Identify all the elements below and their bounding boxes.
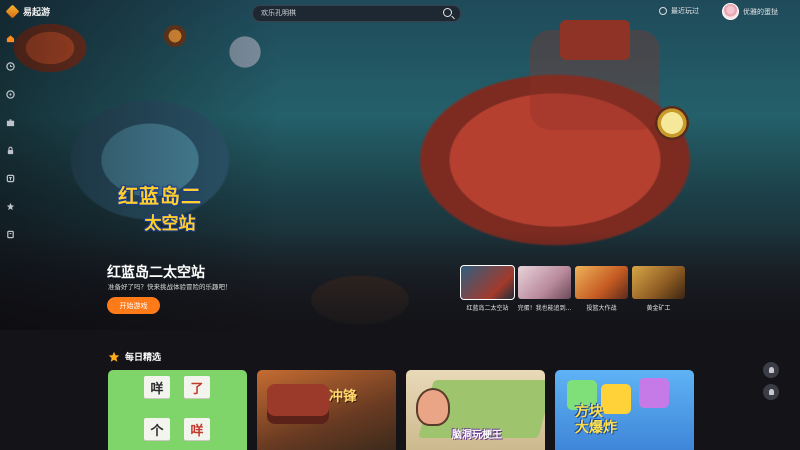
customer-service-button[interactable] [763, 362, 779, 378]
card-tile: 咩 [184, 418, 210, 440]
puzzle-icon[interactable] [6, 118, 15, 127]
logo-text: 易起游 [23, 8, 51, 18]
bell-icon [768, 389, 774, 395]
card-character-art [416, 388, 450, 426]
hero-thumbnail[interactable]: 黄金矿工 [632, 266, 685, 312]
hero-thumbnail[interactable]: 完蛋！我也能追到... [518, 266, 571, 312]
hero-description: 准备好了吗？快来挑战体验冒险的乐趣吧！ [108, 283, 232, 291]
headset-icon [768, 367, 774, 373]
user-profile[interactable]: 优雅的蛋挞 [722, 3, 778, 20]
star-icon [108, 351, 120, 362]
star-icon[interactable] [6, 202, 15, 211]
card-title: 脑洞玩梗王 [452, 430, 502, 441]
thumbnail-image [460, 265, 515, 300]
thumbnail-image [632, 266, 685, 299]
recent-played-label: 最近玩过 [671, 7, 699, 15]
card-truck-art [267, 384, 329, 424]
lock-icon[interactable] [6, 146, 15, 155]
recent-played-button[interactable]: 最近玩过 [659, 6, 699, 16]
thumbnail-label: 黄金矿工 [646, 305, 671, 312]
search-input[interactable]: 欢乐孔明棋 [261, 8, 296, 18]
app-logo[interactable]: 易起游 [5, 4, 51, 19]
card-title-line2: 大爆炸 [575, 420, 617, 436]
sidebar [0, 24, 22, 450]
thumbnail-image [518, 266, 571, 299]
avatar[interactable] [722, 3, 739, 20]
card-tile: 个 [144, 418, 170, 440]
hero-banner[interactable]: 红蓝岛二 太空站 红蓝岛二太空站 准备好了吗？快来挑战体验冒险的乐趣吧！ 开始游… [0, 0, 800, 330]
hero-title: 红蓝岛二太空站 [107, 265, 205, 281]
gamepad-icon[interactable] [6, 90, 15, 99]
notification-button[interactable] [763, 384, 779, 400]
card-title: 方块 大爆炸 [575, 404, 617, 436]
card-tile: 了 [184, 376, 210, 398]
game-card[interactable]: 冲锋 [257, 370, 396, 450]
game-card[interactable]: 方块 大爆炸 [555, 370, 694, 450]
thumbnail-label: 红蓝岛二太空站 [466, 305, 509, 312]
clock-icon[interactable] [6, 62, 15, 71]
daily-picks-header: 每日精选 [108, 350, 161, 363]
thumbnail-label: 完蛋！我也能追到... [517, 305, 572, 312]
search-icon[interactable] [443, 8, 452, 17]
search-bar[interactable]: 欢乐孔明棋 [252, 5, 461, 22]
hero-logo-line1: 红蓝岛二 [118, 184, 202, 208]
thumbnail-label: 投篮大作战 [586, 305, 617, 312]
username: 优雅的蛋挞 [743, 7, 778, 16]
hero-porthole [655, 106, 689, 140]
hero-logo-line2: 太空站 [144, 214, 196, 234]
start-game-button[interactable]: 开始游戏 [107, 297, 160, 314]
game-card[interactable]: 脑洞玩梗王 [406, 370, 545, 450]
shirt-icon[interactable] [6, 174, 15, 183]
card-tile: 咩 [144, 376, 170, 398]
card-title: 冲锋 [329, 389, 357, 405]
home-icon[interactable] [6, 34, 15, 43]
bookmark-icon[interactable] [6, 230, 15, 239]
hero-thumbnail-list: 红蓝岛二太空站 完蛋！我也能追到... 投篮大作战 黄金矿工 [460, 265, 685, 312]
logo-icon [5, 4, 20, 19]
daily-picks-title: 每日精选 [125, 353, 162, 363]
clock-icon [659, 7, 667, 15]
daily-picks-list: 咩 了 个 咩 冲锋 脑洞玩梗王 方块 大爆炸 [108, 370, 694, 450]
top-bar: 易起游 欢乐孔明棋 最近玩过 优雅的蛋挞 [0, 0, 800, 24]
thumbnail-image [575, 266, 628, 299]
hero-game-logo: 红蓝岛二 太空站 [118, 180, 202, 234]
card-title-line1: 方块 [575, 404, 603, 420]
hero-thumbnail[interactable]: 红蓝岛二太空站 [460, 265, 515, 312]
hero-thumbnail[interactable]: 投篮大作战 [575, 266, 628, 312]
game-card[interactable]: 咩 了 个 咩 [108, 370, 247, 450]
